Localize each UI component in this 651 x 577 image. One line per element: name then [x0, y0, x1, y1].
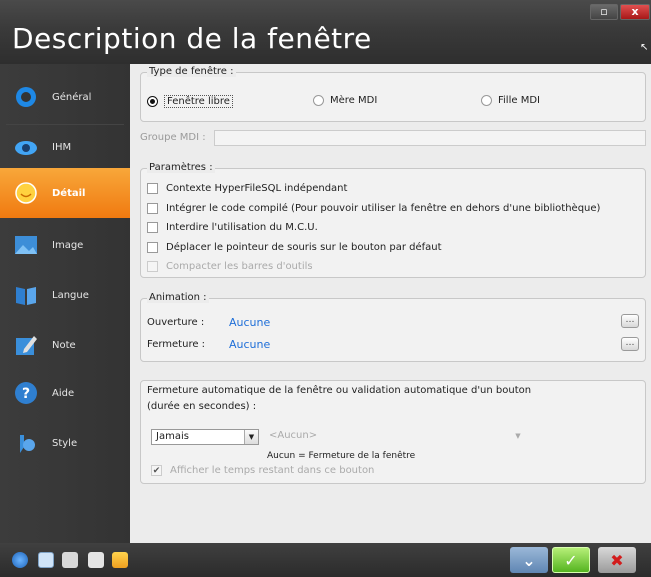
- opening-label: Ouverture :: [147, 317, 205, 328]
- detail-icon: [12, 179, 40, 207]
- sidebar-item-langue[interactable]: Langue: [0, 270, 130, 320]
- sidebar-item-style[interactable]: Style: [0, 418, 130, 468]
- radio-selected-icon: [147, 96, 158, 107]
- chevron-down-icon: ▼: [515, 432, 521, 440]
- checkbox-icon: [147, 203, 158, 214]
- general-icon: [12, 83, 40, 111]
- sidebar: Général IHM Détail Image Langue Note ? A…: [0, 64, 136, 543]
- checkbox-icon: [147, 261, 158, 272]
- radio-fille-mdi[interactable]: Fille MDI: [481, 95, 540, 106]
- checkbox-mcu[interactable]: Interdire l'utilisation du M.C.U.: [147, 222, 318, 233]
- window-title: Description de la fenêtre: [12, 22, 372, 55]
- bottom-bar: ⌄ ✓ ✖: [0, 543, 651, 577]
- duration-select[interactable]: Jamais ▼: [151, 429, 259, 445]
- aide-icon: ?: [12, 379, 40, 407]
- folder-icon[interactable]: [112, 552, 128, 568]
- title-bar: Description de la fenêtre ▫ x ↖: [0, 0, 651, 64]
- sidebar-item-label: Général: [52, 91, 92, 103]
- cancel-button[interactable]: ✖: [598, 547, 636, 573]
- opening-more-button[interactable]: …: [621, 314, 639, 328]
- parameters-title: Paramètres :: [147, 162, 215, 173]
- closing-label: Fermeture :: [147, 339, 206, 350]
- style-icon: [12, 429, 40, 457]
- radio-icon: [481, 95, 492, 106]
- checkbox-pointeur-souris[interactable]: Déplacer le pointeur de souris sur le bo…: [147, 242, 442, 253]
- sidebar-item-label: Détail: [52, 187, 86, 199]
- note-icon: [12, 331, 40, 359]
- auto-close-group: Fermeture automatique de la fenêtre ou v…: [140, 380, 646, 484]
- parameters-group: Paramètres : Contexte HyperFileSQL indép…: [140, 162, 646, 278]
- sidebar-item-note[interactable]: Note: [0, 320, 130, 370]
- window-type-group: Type de fenêtre : Fenêtre libre Mère MDI…: [140, 66, 646, 122]
- chevron-down-icon: ▼: [244, 430, 258, 444]
- maximize-button[interactable]: ▫: [590, 4, 618, 20]
- print-icon[interactable]: [88, 552, 104, 568]
- preview-icon[interactable]: [38, 552, 54, 568]
- checkbox-compacter-barres[interactable]: Compacter les barres d'outils: [147, 261, 313, 272]
- mail-icon[interactable]: [62, 552, 78, 568]
- content-panel: Type de fenêtre : Fenêtre libre Mère MDI…: [130, 64, 651, 543]
- auto-close-title-line2: (durée en secondes) :: [147, 401, 257, 412]
- sidebar-item-label: Note: [52, 339, 76, 351]
- window-type-title: Type de fenêtre :: [147, 66, 236, 77]
- mdi-group-input[interactable]: [214, 130, 646, 146]
- radio-fenetre-libre[interactable]: Fenêtre libre: [147, 95, 233, 108]
- sidebar-item-label: Langue: [52, 289, 89, 301]
- close-icon: ✖: [610, 550, 624, 570]
- checkbox-show-remaining[interactable]: ✔ Afficher le temps restant dans ce bout…: [151, 465, 374, 476]
- sidebar-item-aide[interactable]: ? Aide: [0, 368, 130, 418]
- closing-value-link[interactable]: Aucune: [229, 338, 270, 351]
- checkbox-code-compile[interactable]: Intégrer le code compilé (Pour pouvoir u…: [147, 203, 600, 214]
- sidebar-item-label: Image: [52, 239, 84, 251]
- mdi-group-label: Groupe MDI :: [140, 132, 206, 143]
- expand-button[interactable]: ⌄: [510, 547, 548, 573]
- validate-button[interactable]: ✓: [552, 547, 590, 573]
- sidebar-item-general[interactable]: Général: [0, 72, 130, 122]
- check-icon: ✓: [564, 550, 578, 570]
- checkbox-hyperfilesql[interactable]: Contexte HyperFileSQL indépendant: [147, 183, 347, 194]
- svg-text:?: ?: [22, 386, 30, 402]
- close-button[interactable]: x: [620, 4, 650, 20]
- help-icon[interactable]: [12, 552, 28, 568]
- sidebar-item-detail[interactable]: Détail: [0, 168, 136, 218]
- animation-title: Animation :: [147, 292, 209, 303]
- cursor-icon: ↖: [640, 42, 649, 53]
- animation-group: Animation : Ouverture : Aucune … Fermetu…: [140, 292, 646, 362]
- sidebar-item-label: Aide: [52, 387, 75, 399]
- dialog-window: Description de la fenêtre ▫ x ↖ Général …: [0, 0, 651, 577]
- checkbox-icon: [147, 222, 158, 233]
- auto-close-title-line1: Fermeture automatique de la fenêtre ou v…: [147, 385, 532, 396]
- sidebar-item-label: IHM: [52, 141, 72, 153]
- image-icon: [12, 231, 40, 259]
- ihm-icon: [12, 133, 40, 161]
- sidebar-item-image[interactable]: Image: [0, 220, 130, 270]
- radio-icon: [313, 95, 324, 106]
- opening-value-link[interactable]: Aucune: [229, 316, 270, 329]
- sidebar-item-ihm[interactable]: IHM: [0, 122, 130, 172]
- langue-icon: [12, 281, 40, 309]
- closing-more-button[interactable]: …: [621, 337, 639, 351]
- check-icon: ✔: [151, 465, 162, 476]
- checkbox-icon: [147, 242, 158, 253]
- checkbox-icon: [147, 183, 158, 194]
- button-select[interactable]: <Aucun> ▼: [265, 429, 525, 445]
- auto-close-hint: Aucun = Fermeture de la fenêtre: [267, 451, 416, 461]
- chevron-down-icon: ⌄: [522, 550, 536, 570]
- sidebar-item-label: Style: [52, 437, 78, 449]
- radio-mere-mdi[interactable]: Mère MDI: [313, 95, 377, 106]
